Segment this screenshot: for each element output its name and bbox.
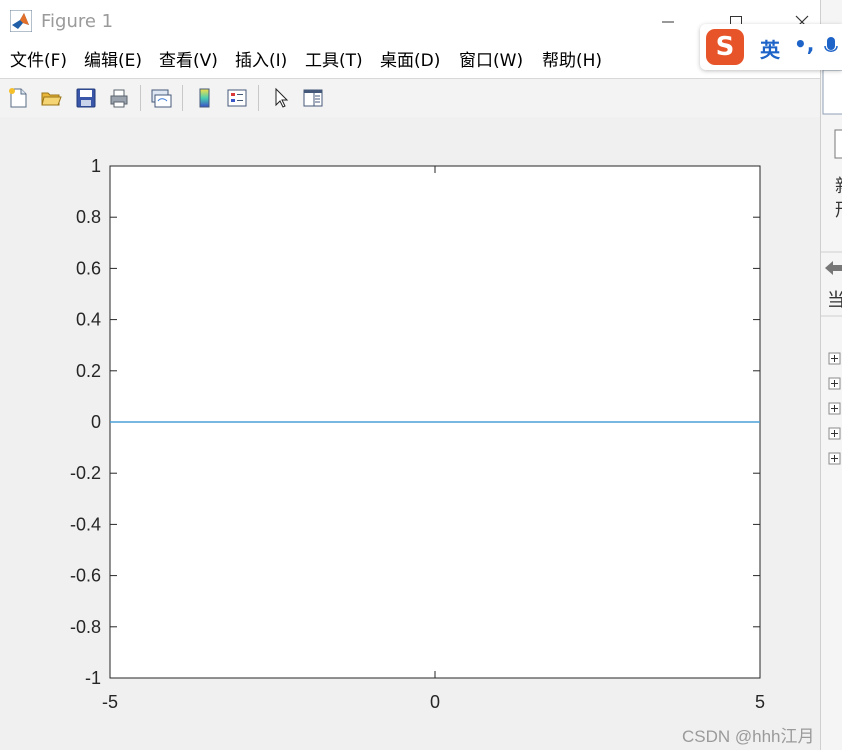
background-app-panel: 新 形 当: [820, 0, 842, 750]
legend-icon: [227, 89, 247, 107]
minimize-button[interactable]: [648, 8, 688, 36]
side-char: 形: [835, 200, 842, 221]
ime-language-toggle[interactable]: 英: [760, 34, 780, 63]
link-plot-button[interactable]: [148, 85, 174, 111]
watermark: CSDN @hhh江月: [682, 727, 815, 746]
y-tick-label: -1: [85, 668, 101, 688]
toolbar: [0, 78, 820, 118]
property-inspector-button[interactable]: [300, 85, 326, 111]
new-figure-button[interactable]: [5, 85, 31, 111]
plot-area: 1 0.8 0.6 0.4 0.2 0 -0.2 -0.4 -0.6 -0.8 -1-5 0 5: [70, 156, 765, 712]
open-file-button[interactable]: [38, 85, 64, 111]
tree-expand-icon[interactable]: [828, 352, 841, 365]
property-inspector-icon: [303, 89, 323, 107]
menu-help[interactable]: 帮助(H): [542, 50, 602, 72]
tree-expand-icon[interactable]: [828, 427, 841, 440]
y-tick-label: 0.4: [76, 310, 101, 330]
y-tick-label: 0: [91, 412, 101, 432]
edit-plot-button[interactable]: [268, 85, 294, 111]
y-tick-label: 0.8: [76, 207, 101, 227]
link-plot-icon: [151, 89, 172, 108]
figure-canvas: 1 0.8 0.6 0.4 0.2 0 -0.2 -0.4 -0.6 -0.8 -1 -5 0 5: [0, 117, 820, 750]
tree-expand-icon[interactable]: [828, 402, 841, 415]
new-figure-icon: [9, 88, 27, 108]
toolbar-separator: [140, 85, 141, 111]
y-tick-label: -0.2: [70, 463, 101, 483]
y-tick-label: 0.6: [76, 258, 101, 278]
toolbar-separator: [182, 85, 183, 111]
ime-toolbar: S 英 •,: [700, 24, 842, 70]
y-tick-label: -0.4: [70, 514, 101, 534]
colorbar-icon: [199, 88, 210, 108]
ime-punctuation-toggle[interactable]: •,: [794, 32, 814, 56]
save-button[interactable]: [73, 85, 99, 111]
toolbar-separator: [258, 85, 259, 111]
legend-button[interactable]: [224, 85, 250, 111]
colorbar-button[interactable]: [191, 85, 217, 111]
menu-window[interactable]: 窗口(W): [459, 50, 523, 72]
menu-insert[interactable]: 插入(I): [235, 50, 287, 72]
x-tick-label: 0: [430, 692, 440, 712]
matlab-logo-icon: [10, 10, 32, 32]
menu-desktop[interactable]: 桌面(D): [380, 50, 440, 72]
y-tick-label: 1: [91, 156, 101, 176]
y-tick-label: 0.2: [76, 361, 101, 381]
y-tick-label: -0.6: [70, 566, 101, 586]
background-app-fragments: 新 形 当: [821, 69, 842, 465]
edit-plot-icon: [275, 87, 289, 108]
x-tick-label: 5: [755, 692, 765, 712]
side-char: 新: [835, 176, 842, 197]
microphone-icon[interactable]: [824, 36, 838, 58]
minimize-icon: [662, 21, 674, 23]
open-file-icon: [41, 92, 62, 106]
y-tick-label: -0.8: [70, 617, 101, 637]
ime-logo[interactable]: S: [706, 29, 744, 65]
save-icon: [76, 88, 96, 108]
title-bar: Figure 1: [0, 0, 820, 44]
tree-expand-icon[interactable]: [828, 452, 841, 465]
menu-bar: 文件(F) 编辑(E) 查看(V) 插入(I) 工具(T) 桌面(D) 窗口(W…: [0, 44, 820, 78]
menu-tools[interactable]: 工具(T): [305, 50, 363, 72]
tree-expand-icon[interactable]: [828, 377, 841, 390]
window-title: Figure 1: [41, 11, 114, 32]
menu-view[interactable]: 查看(V): [159, 50, 218, 72]
print-button[interactable]: [106, 85, 132, 111]
figure-window: Figure 1 文件(F) 编辑(E) 查看(V) 插入(I) 工具(T) 桌…: [0, 0, 820, 750]
side-char: 当: [827, 290, 842, 311]
menu-file[interactable]: 文件(F): [10, 50, 67, 72]
menu-edit[interactable]: 编辑(E): [84, 50, 142, 72]
print-icon: [110, 89, 128, 108]
x-tick-label: -5: [102, 692, 118, 712]
